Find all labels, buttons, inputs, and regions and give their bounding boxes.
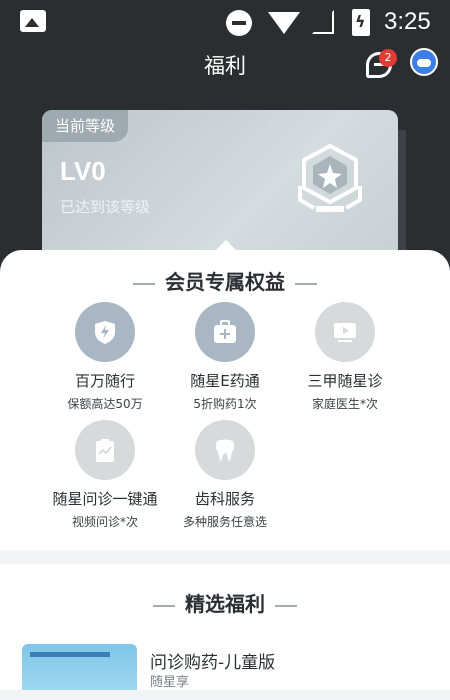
clipboard-chart-icon <box>75 420 135 480</box>
benefit-item-million[interactable]: 百万随行 保额高达50万 <box>40 302 170 412</box>
benefit-name: 百万随行 <box>74 372 135 390</box>
featured-item-sub: 随星享 <box>150 675 190 690</box>
battery-charging-icon <box>352 9 370 36</box>
level-description: 已达到该等级 <box>60 198 151 216</box>
tooth-icon <box>195 420 255 480</box>
next-card-peek[interactable] <box>398 130 406 270</box>
benefit-item-top-hospital[interactable]: 三甲随星诊 家庭医生*次 <box>280 302 410 412</box>
do-not-disturb-icon <box>226 10 252 36</box>
benefit-sub: 视频问诊*次 <box>71 515 138 529</box>
benefits-section-title: 会员专属权益 <box>0 266 450 295</box>
wifi-icon <box>268 12 300 34</box>
title-line-right <box>275 604 297 607</box>
bolt-shield-icon <box>75 302 135 362</box>
benefit-sub: 多种服务任意选 <box>182 515 267 529</box>
medical-kit-icon <box>195 302 255 362</box>
featured-item-title[interactable]: 问诊购药-儿童版 <box>150 648 275 673</box>
benefit-sub: 5折购药1次 <box>193 397 257 411</box>
benefits-title-text: 会员专属权益 <box>165 270 285 294</box>
title-line-right <box>295 282 317 285</box>
level-tag: 当前等级 <box>42 110 128 142</box>
status-bar: 3:25 <box>0 0 450 44</box>
featured-title-text: 精选福利 <box>185 592 265 616</box>
status-time: 3:25 <box>384 8 431 35</box>
customer-service-robot-icon[interactable] <box>410 48 438 76</box>
benefit-name: 三甲随星诊 <box>307 372 383 390</box>
benefit-sub: 家庭医生*次 <box>311 397 378 411</box>
level-badge-icon <box>298 143 362 212</box>
gallery-icon <box>20 10 46 32</box>
benefit-item-e-medicine[interactable]: 随星E药通 5折购药1次 <box>160 302 290 412</box>
signal-icon <box>312 10 334 34</box>
title-line-left <box>153 604 175 607</box>
benefit-name: 齿科服务 <box>194 490 255 508</box>
message-badge: 2 <box>379 49 397 67</box>
benefit-sub: 保额高达50万 <box>67 397 143 411</box>
title-line-left <box>133 282 155 285</box>
benefit-name: 随星问诊一键通 <box>52 490 158 508</box>
video-screen-icon <box>315 302 375 362</box>
bottom-tab-bar[interactable] <box>0 690 450 700</box>
benefit-item-consult[interactable]: 随星问诊一键通 视频问诊*次 <box>40 420 170 530</box>
level-name: LV0 <box>60 156 106 186</box>
benefit-name: 随星E药通 <box>190 372 260 390</box>
featured-section-title: 精选福利 <box>0 588 450 617</box>
section-divider <box>0 550 450 564</box>
benefit-item-dental[interactable]: 齿科服务 多种服务任意选 <box>160 420 290 530</box>
